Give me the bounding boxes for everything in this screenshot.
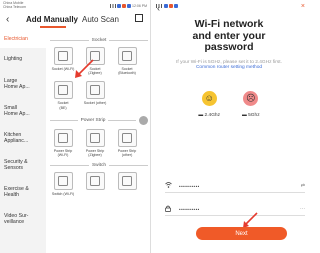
power-strip-icon — [90, 132, 100, 143]
socket-icon — [122, 51, 132, 61]
emoji-happy-icon: ☺ — [201, 90, 217, 106]
wifi-password-screen: ‹ × Wi-Fi network and enter your passwor… — [153, 0, 305, 253]
device-list: Socket Socket (Wi-Fi) Socket (Zigbee) So… — [50, 30, 149, 196]
wifi-icon — [165, 182, 173, 190]
category-kitchen-appliances[interactable]: Kitchen Applianc... — [0, 124, 46, 151]
show-password-icon[interactable]: ··· — [300, 206, 305, 212]
scan-icon[interactable] — [135, 14, 143, 22]
device-switch-wifi[interactable]: Switch (Wi-Fi) — [50, 172, 76, 196]
instruction-text: If your Wi-Fi is 5GHz, please set it to … — [176, 59, 282, 71]
status-time: 12:06 PM — [132, 3, 147, 8]
switch-network-icon[interactable]: ⇄ — [301, 183, 305, 189]
header: ‹ × — [153, 3, 305, 21]
app-notify-icon — [174, 3, 178, 8]
router-setting-link[interactable]: Common router setting method — [196, 65, 262, 70]
category-video-surveillance[interactable]: Video Sur- veillance — [0, 205, 46, 232]
band-5ghz: ☹ ▬ 5Ghz — [242, 90, 260, 118]
page-title: Wi-Fi network and enter your password — [192, 18, 266, 53]
lock-icon — [165, 205, 173, 214]
section-header: Socket — [50, 38, 149, 43]
tab-auto-scan[interactable]: Auto Scan — [82, 15, 119, 24]
back-arrow-icon[interactable]: ‹ — [6, 14, 9, 25]
switch-icon — [90, 176, 100, 187]
app-notify-icon — [122, 3, 127, 8]
socket-icon — [58, 51, 68, 61]
category-large-home-appliances[interactable]: Large Home Ap... — [0, 70, 46, 97]
socket-icon — [90, 85, 100, 96]
device-grid: Socket (Wi-Fi) Socket (Zigbee) Socket (B… — [50, 47, 148, 110]
category-exercise-health[interactable]: Exercise & Health — [0, 178, 46, 205]
band-24ghz: ☺ ▬ 2.4Ghz — [198, 90, 220, 118]
emoji-sad-icon: ☹ — [243, 90, 259, 106]
status-bar: China Mobile China Telecom 12:06 PM — [0, 0, 150, 11]
close-icon[interactable]: × — [301, 3, 305, 10]
category-small-home-appliances[interactable]: Small Home Ap... — [0, 97, 46, 124]
device-switch[interactable] — [82, 172, 108, 196]
device-socket-be[interactable]: Socket (BE) — [50, 81, 76, 110]
section-header: Power Strip — [50, 115, 149, 125]
band-label: ▬ 5Ghz — [242, 112, 260, 118]
switch-icon — [58, 176, 68, 187]
socket-icon — [58, 85, 68, 96]
power-strip-icon — [58, 132, 68, 143]
red-arrow-annotation-icon — [75, 59, 94, 78]
carrier-text: China Mobile China Telecom — [3, 0, 27, 9]
header: ‹ Add Manually Auto Scan — [0, 11, 150, 29]
device-power-strip-wifi[interactable]: Power Strip (Wi-Fi) — [50, 128, 76, 157]
signal-icon — [110, 3, 117, 8]
device-switch[interactable] — [114, 172, 140, 196]
password-field[interactable]: •••••••••• ··· — [165, 203, 305, 216]
band-label: ▬ 2.4Ghz — [198, 112, 220, 118]
device-grid: Power Strip (Wi-Fi) Power Strip (Zigbee)… — [50, 128, 148, 157]
add-device-screen: China Mobile China Telecom 12:06 PM ‹ Ad… — [0, 0, 151, 253]
collapse-toggle-icon[interactable] — [139, 115, 149, 125]
category-sidebar: Electrician Lighting Large Home Ap... Sm… — [0, 30, 46, 253]
power-strip-icon — [122, 132, 132, 143]
status-bar — [153, 0, 305, 11]
category-electrician[interactable]: Electrician — [0, 30, 46, 48]
device-power-strip-zigbee[interactable]: Power Strip (Zigbee) — [82, 128, 108, 157]
tab-add-manually[interactable]: Add Manually — [26, 15, 78, 24]
device-socket-other[interactable]: Socket (other) — [82, 81, 108, 109]
band-indicator: ☺ ▬ 2.4Ghz ☹ ▬ 5Ghz — [153, 90, 305, 118]
app-notify-icon — [164, 3, 168, 8]
app-notify-icon — [169, 3, 173, 8]
switch-icon — [122, 176, 132, 187]
category-security-sensors[interactable]: Security & Sensors — [0, 151, 46, 178]
app-notify-icon — [117, 3, 122, 8]
category-lighting[interactable]: Lighting — [0, 48, 46, 70]
back-arrow-icon[interactable]: ‹ — [157, 3, 160, 13]
device-grid: Switch (Wi-Fi) — [50, 172, 148, 196]
app-notify-icon — [127, 3, 132, 8]
next-button[interactable]: Next — [196, 227, 287, 240]
wifi-name-field[interactable]: •••••••••• ⇄ — [165, 180, 305, 193]
device-power-strip-other[interactable]: Power Strip (other) — [114, 128, 140, 157]
tab-indicator — [40, 26, 66, 28]
device-socket-bluetooth[interactable]: Socket (Bluetooth) — [114, 47, 140, 75]
section-header: Switch — [50, 163, 149, 169]
